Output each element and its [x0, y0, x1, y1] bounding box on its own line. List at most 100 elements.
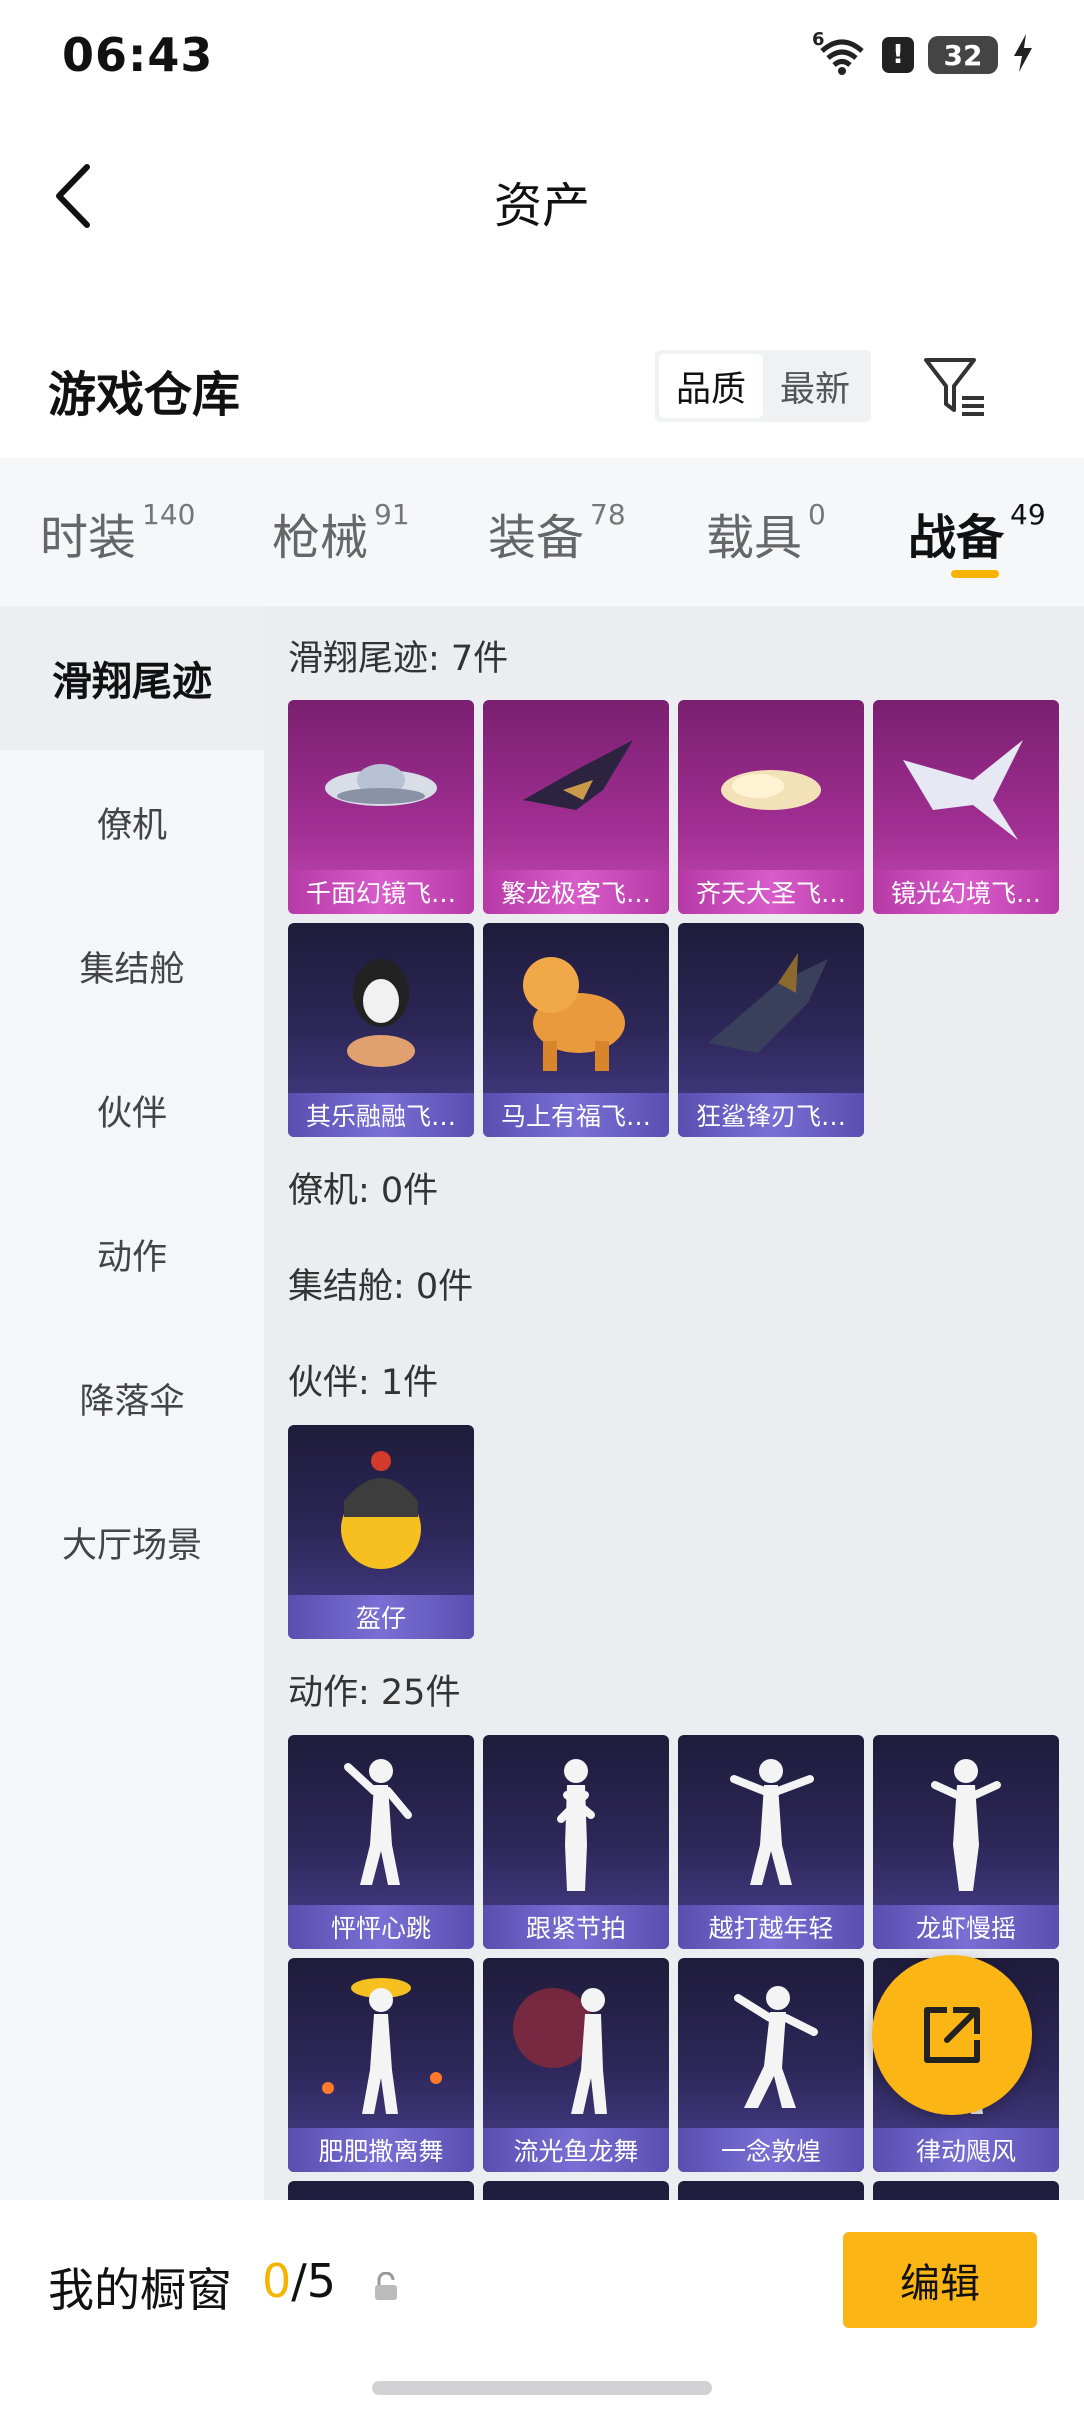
item-card-label: 怦怦心跳: [288, 1905, 474, 1949]
dancer-fire-icon: [322, 1978, 442, 2114]
item-card[interactable]: 狂鲨锋刃飞…: [678, 923, 864, 1137]
dancer-icon: [344, 1759, 412, 1885]
item-card-label: 狂鲨锋刃飞…: [678, 1093, 864, 1137]
item-card-label: 镜光幻境飞…: [873, 870, 1059, 914]
sidebar-item-wingman[interactable]: 僚机: [0, 750, 264, 894]
section-title-partner: 伙伴: 1件: [288, 1363, 439, 1403]
alert-icon: !: [882, 37, 914, 73]
showcase-count-current: 0: [262, 2254, 292, 2308]
section-title-glide: 滑翔尾迹: 7件: [288, 639, 509, 679]
item-card[interactable]: 马上有福飞…: [483, 923, 669, 1137]
tab-equipment[interactable]: 装备 78: [488, 498, 626, 568]
item-card-label: 盔仔: [288, 1595, 474, 1639]
tab-fashion[interactable]: 时装 140: [40, 498, 195, 568]
section-title-rally-pod: 集结舱: 0件: [288, 1267, 474, 1307]
tab-battle-prep[interactable]: 战备 49: [908, 498, 1046, 568]
page-title: 资产: [493, 178, 590, 234]
sort-newest-button[interactable]: 最新: [763, 354, 867, 418]
filter-icon: [924, 358, 984, 416]
cloud-glider-icon: [721, 770, 821, 810]
status-time: 06:43: [62, 28, 214, 82]
network-label: 6: [812, 29, 825, 50]
tab-count: 0: [808, 498, 826, 531]
warehouse-title: 游戏仓库: [48, 367, 241, 423]
item-card[interactable]: 千面幻镜飞…: [288, 700, 474, 914]
item-card[interactable]: 怦怦心跳: [288, 1735, 474, 1949]
item-card-label: 一念敦煌: [678, 2128, 864, 2172]
wifi-icon: 6: [812, 29, 868, 75]
item-card[interactable]: 盔仔: [288, 1425, 474, 1639]
horse-glider-icon: [523, 957, 625, 1071]
tab-label: 载具: [706, 510, 803, 566]
category-tabs: 时装 140 枪械 91 装备 78 载具 0 战备 49: [0, 458, 1084, 606]
battery-level: 32: [943, 38, 983, 72]
item-card-label: 越打越年轻: [678, 1905, 864, 1949]
item-card-label: 齐天大圣飞…: [678, 870, 864, 914]
home-indicator[interactable]: [372, 2381, 712, 2395]
active-tab-indicator: [951, 570, 999, 578]
sidebar-item-glide-trail[interactable]: 滑翔尾迹: [0, 606, 264, 750]
lock-icon: [375, 2272, 397, 2300]
item-card[interactable]: 跟紧节拍: [483, 1735, 669, 1949]
sidebar-item-lobby-scene[interactable]: 大厅场景: [0, 1470, 264, 1614]
tab-label: 时装: [40, 510, 137, 566]
item-card[interactable]: [678, 2181, 864, 2200]
tab-count: 140: [142, 498, 196, 531]
item-card-label: 千面幻镜飞…: [288, 870, 474, 914]
dancer-icon: [931, 1759, 1001, 1891]
status-bar: 06:43 6 ! 32: [0, 0, 1084, 110]
sidebar-item-partner[interactable]: 伙伴: [0, 1038, 264, 1182]
sidebar-item-rally-pod[interactable]: 集结舱: [0, 894, 264, 1038]
sort-quality-button[interactable]: 品质: [659, 354, 763, 418]
filter-button[interactable]: [920, 352, 990, 422]
tab-label: 枪械: [272, 510, 369, 566]
item-card-label: 繁龙极客飞…: [483, 870, 669, 914]
item-card-label: 龙虾慢摇: [873, 1905, 1059, 1949]
sidebar-item-emote[interactable]: 动作: [0, 1182, 264, 1326]
tab-count: 91: [374, 498, 410, 531]
penguin-glider-icon: [347, 959, 415, 1067]
item-card[interactable]: 繁龙极客飞…: [483, 700, 669, 914]
sort-toggle: 品质 最新: [655, 350, 871, 422]
share-button[interactable]: [872, 1955, 1032, 2115]
shark-glider-icon: [708, 953, 828, 1053]
chick-partner-icon: [341, 1451, 421, 1569]
item-card-label: 跟紧节拍: [483, 1905, 669, 1949]
header: 资产: [0, 130, 1084, 260]
dancer-icon: [557, 1759, 595, 1891]
edit-button[interactable]: 编辑: [843, 2232, 1037, 2328]
dragon-glider-icon: [523, 740, 633, 810]
item-card[interactable]: 齐天大圣飞…: [678, 700, 864, 914]
sidebar-item-parachute[interactable]: 降落伞: [0, 1326, 264, 1470]
item-card-label: 律动飓风: [873, 2128, 1059, 2172]
item-card[interactable]: [483, 2181, 669, 2200]
battery-icon: 32: [928, 36, 998, 74]
tab-vehicles[interactable]: 载具 0: [706, 498, 826, 568]
item-card[interactable]: 一念敦煌: [678, 1958, 864, 2172]
dancer-icon: [730, 1759, 814, 1885]
section-title-emote: 动作: 25件: [288, 1673, 461, 1713]
status-icons: 6 ! 32: [812, 29, 1034, 78]
showcase-bar: 我的橱窗 0/5 编辑: [0, 2200, 1084, 2412]
item-card[interactable]: 肥肥撒离舞: [288, 1958, 474, 2172]
item-card-label: 肥肥撒离舞: [288, 2128, 474, 2172]
showcase-count-total: /5: [291, 2254, 337, 2308]
item-card[interactable]: [873, 2181, 1059, 2200]
item-card[interactable]: 镜光幻境飞…: [873, 700, 1059, 914]
dancer-fireworks-icon: [513, 1988, 607, 2114]
showcase-label: 我的橱窗: [48, 2263, 232, 2317]
showcase-count: 0/5: [262, 2254, 336, 2308]
dancer-icon: [734, 1986, 818, 2108]
ufo-glider-icon: [325, 764, 437, 806]
tab-count: 49: [1010, 498, 1046, 531]
item-card[interactable]: 流光鱼龙舞: [483, 1958, 669, 2172]
item-card[interactable]: 其乐融融飞…: [288, 923, 474, 1137]
share-external-icon: [924, 2007, 980, 2063]
charging-icon: [1012, 34, 1034, 76]
item-card[interactable]: 龙虾慢摇: [873, 1735, 1059, 1949]
tab-weapons[interactable]: 枪械 91: [272, 498, 410, 568]
tab-label: 装备: [488, 510, 585, 566]
item-card[interactable]: [288, 2181, 474, 2200]
item-card[interactable]: 越打越年轻: [678, 1735, 864, 1949]
item-card-label: 流光鱼龙舞: [483, 2128, 669, 2172]
